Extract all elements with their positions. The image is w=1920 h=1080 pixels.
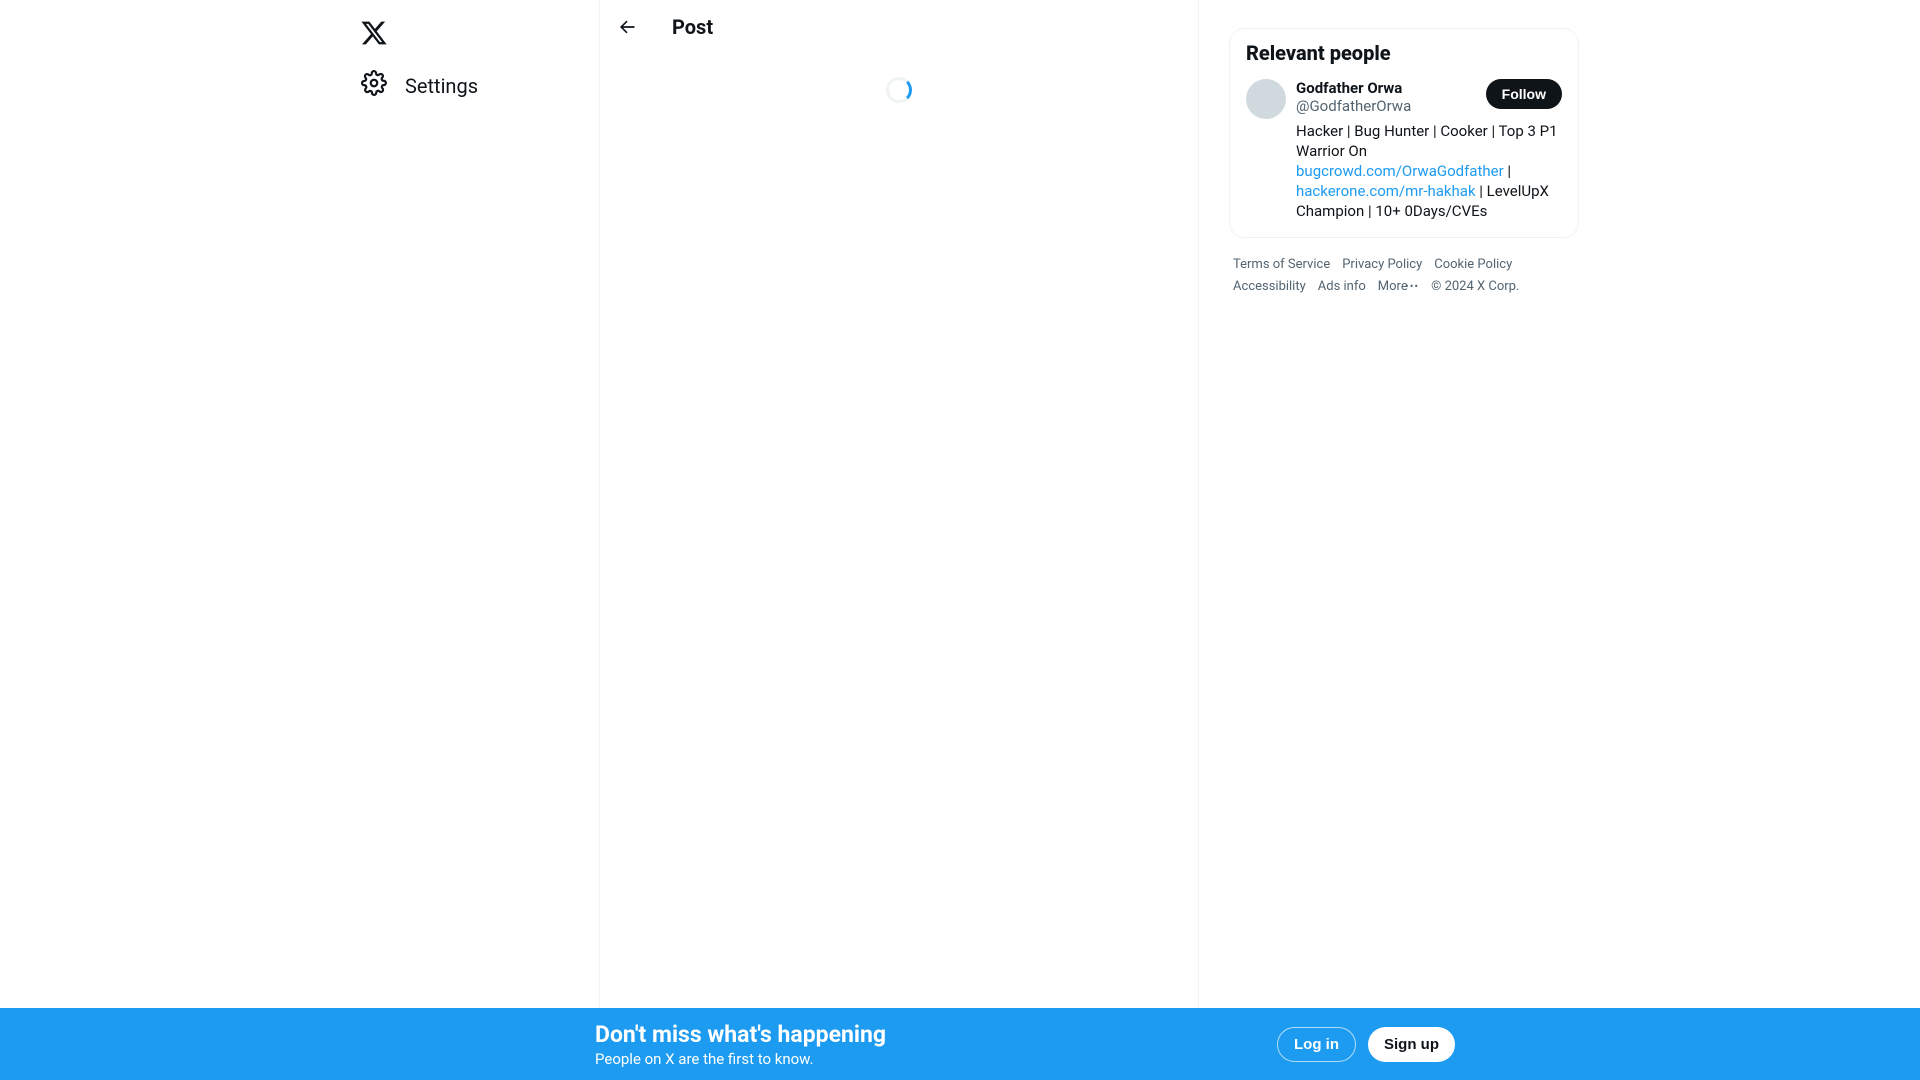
follow-button[interactable]: Follow — [1486, 79, 1562, 109]
footer-link-more[interactable]: More ••• — [1378, 278, 1419, 296]
sidebar-item-label: Settings — [405, 74, 478, 98]
relevant-people-card: Relevant people Godfather Orwa @Godfathe… — [1229, 28, 1579, 238]
person-handle[interactable]: @GodfatherOrwa — [1296, 97, 1411, 115]
main-header: Post — [600, 0, 1198, 53]
spinner-icon — [886, 77, 912, 103]
arrow-left-icon — [617, 17, 637, 37]
relevant-people-row: Godfather Orwa @GodfatherOrwa Follow Hac… — [1246, 79, 1562, 221]
person-name[interactable]: Godfather Orwa — [1296, 79, 1411, 97]
footer-link-cookie[interactable]: Cookie Policy — [1434, 256, 1512, 274]
back-button[interactable] — [610, 10, 644, 44]
bio-link-bugcrowd[interactable]: bugcrowd.com/OrwaGodfather — [1296, 162, 1504, 180]
relevant-people-title: Relevant people — [1246, 41, 1562, 65]
page-title: Post — [672, 15, 713, 39]
loading-indicator — [600, 77, 1198, 103]
banner-headline: Don't miss what's happening — [595, 1021, 886, 1048]
footer-copyright: © 2024 X Corp. — [1431, 278, 1519, 296]
footer-link-privacy[interactable]: Privacy Policy — [1342, 256, 1422, 274]
avatar[interactable] — [1246, 79, 1286, 119]
main-column: Post — [599, 0, 1199, 1080]
banner-subline: People on X are the first to know. — [595, 1050, 886, 1068]
bio-link-hackerone[interactable]: hackerone.com/mr-hakhak — [1296, 182, 1476, 200]
x-logo-icon — [360, 19, 388, 47]
ellipsis-icon: ••• — [1405, 280, 1419, 293]
person-bio: Hacker | Bug Hunter | Cooker | Top 3 P1 … — [1296, 121, 1562, 221]
signup-banner: Don't miss what's happening People on X … — [0, 1008, 1920, 1080]
footer-links: Terms of Service Privacy Policy Cookie P… — [1229, 256, 1579, 296]
sidebar-item-settings[interactable]: Settings — [349, 58, 490, 113]
footer-link-ads[interactable]: Ads info — [1318, 278, 1366, 296]
login-button[interactable]: Log in — [1277, 1027, 1356, 1062]
footer-link-terms[interactable]: Terms of Service — [1233, 256, 1330, 274]
gear-icon — [361, 70, 387, 101]
right-sidebar: Relevant people Godfather Orwa @Godfathe… — [1229, 0, 1579, 1080]
signup-button[interactable]: Sign up — [1368, 1027, 1455, 1062]
footer-link-accessibility[interactable]: Accessibility — [1233, 278, 1306, 296]
sidebar: Settings — [341, 0, 599, 1080]
x-logo[interactable] — [349, 8, 399, 58]
